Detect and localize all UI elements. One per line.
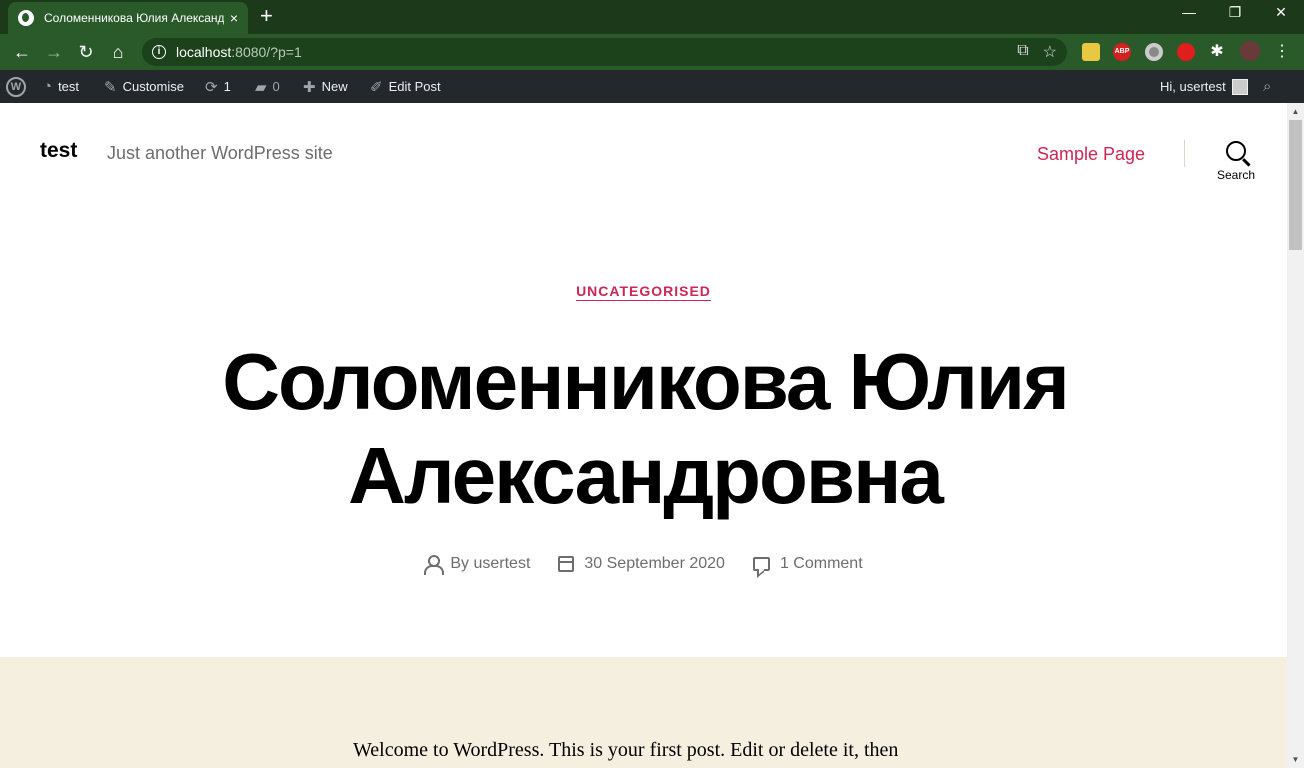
search-toggle-button[interactable]: Search [1210, 141, 1262, 182]
scroll-thumb[interactable] [1289, 120, 1302, 250]
post-title-line2: Александровна [348, 431, 944, 520]
post-date: 30 September 2020 [558, 555, 725, 573]
extension-paw-icon[interactable] [1082, 43, 1100, 61]
greeting-label: Hi, usertest [1160, 79, 1226, 94]
browser-tab[interactable]: Соломенникова Юлия Александровна – test … [8, 2, 248, 34]
search-label: Search [1216, 168, 1256, 182]
admin-site-name[interactable]: ◔ test [43, 70, 79, 103]
author-link[interactable]: By usertest [450, 555, 530, 573]
translate-icon[interactable]: ⧉ [1017, 42, 1028, 62]
extension-circle-icon[interactable] [1145, 43, 1163, 61]
user-avatar [1231, 78, 1248, 95]
minimize-button[interactable]: — [1166, 4, 1212, 20]
paintbrush-icon: ✎ [104, 78, 117, 96]
bookmark-star-icon[interactable]: ☆ [1043, 42, 1057, 62]
admin-customise[interactable]: ✎ Customise [104, 70, 184, 103]
site-title[interactable]: test [40, 139, 77, 163]
extensions-puzzle-icon[interactable]: ✱ [1206, 41, 1228, 63]
browser-toolbar: ← → ↻ ⌂ i localhost:8080/?p=1 ⧉ ☆ ABP ✱ … [0, 34, 1304, 70]
scroll-down-arrow-icon[interactable]: ▼ [1287, 751, 1304, 768]
adblock-icon[interactable]: ABP [1113, 43, 1131, 61]
post-content: Welcome to WordPress. This is your first… [0, 657, 1287, 768]
info-icon[interactable]: i [152, 45, 166, 59]
wordpress-logo-icon: W [6, 76, 26, 97]
post-category: UNCATEGORISED [0, 283, 1287, 301]
globe-icon [18, 10, 34, 26]
forward-arrow-icon[interactable]: → [43, 41, 65, 63]
post-meta: By usertest 30 September 2020 1 Comment [0, 555, 1287, 575]
wp-logo-menu[interactable]: W [6, 70, 26, 103]
person-icon [424, 555, 445, 575]
nav-sample-page[interactable]: Sample Page [1037, 144, 1145, 165]
admin-site-label: test [58, 79, 80, 94]
date-link[interactable]: 30 September 2020 [584, 555, 725, 573]
wp-admin-bar: W ◔ test ✎ Customise ⟳ 1 ▰ 0 ✚ New ✐ Edi… [0, 70, 1304, 103]
post-excerpt: Welcome to WordPress. This is your first… [353, 739, 899, 761]
tab-title: Соломенникова Юлия Александровна – test [44, 11, 224, 25]
url-text: localhost:8080/?p=1 [176, 44, 302, 60]
scroll-up-arrow-icon[interactable]: ▲ [1287, 103, 1304, 120]
updates-icon: ⟳ [205, 78, 218, 96]
profile-avatar[interactable] [1240, 41, 1260, 61]
comments-link[interactable]: 1 Comment [780, 555, 863, 573]
comment-bubble-icon: ▰ [255, 78, 267, 96]
calendar-icon [558, 556, 575, 572]
admin-comments[interactable]: ▰ 0 [255, 70, 280, 103]
admin-new[interactable]: ✚ New [303, 70, 348, 103]
admin-updates[interactable]: ⟳ 1 [205, 70, 231, 103]
search-icon: ⌕ [1263, 78, 1272, 95]
post-title: Соломенникова Юлия Александровна [140, 335, 1150, 523]
pencil-icon: ✐ [370, 78, 383, 96]
page-viewport: test Just another WordPress site Sample … [0, 103, 1287, 768]
new-label: New [321, 79, 348, 94]
post-comments: 1 Comment [752, 555, 863, 573]
post-author: By usertest [424, 555, 530, 575]
updates-count: 1 [223, 79, 231, 94]
comments-count: 0 [272, 79, 280, 94]
new-tab-button[interactable]: + [260, 5, 273, 27]
back-arrow-icon[interactable]: ← [11, 41, 33, 63]
tab-close-icon[interactable]: × [230, 10, 238, 26]
nav-divider [1184, 140, 1185, 167]
site-description: Just another WordPress site [107, 143, 333, 163]
customise-label: Customise [122, 79, 184, 94]
category-link[interactable]: UNCATEGORISED [576, 283, 711, 301]
close-window-button[interactable]: ✕ [1258, 4, 1304, 21]
dashboard-gauge-icon: ◔ [43, 78, 53, 95]
plus-icon: ✚ [303, 78, 316, 96]
admin-search[interactable]: ⌕ [1263, 70, 1271, 103]
home-icon[interactable]: ⌂ [107, 41, 129, 63]
page-scrollbar[interactable]: ▲ ▼ [1287, 103, 1304, 768]
comment-icon [752, 557, 770, 571]
browser-tab-bar: Соломенникова Юлия Александровна – test … [0, 0, 1304, 34]
address-bar[interactable]: i localhost:8080/?p=1 ⧉ ☆ [142, 38, 1067, 66]
post-title-line1: Соломенникова Юлия [222, 337, 1070, 426]
restore-button[interactable]: ❐ [1212, 4, 1258, 21]
admin-my-account[interactable]: Hi, usertest [1160, 70, 1248, 103]
browser-menu-icon[interactable]: ⋮ [1271, 41, 1293, 63]
search-icon [1226, 141, 1246, 161]
edit-post-label: Edit Post [388, 79, 441, 94]
reload-icon[interactable]: ↻ [75, 41, 97, 63]
extension-hand-icon[interactable] [1177, 43, 1195, 61]
admin-edit-post[interactable]: ✐ Edit Post [370, 70, 441, 103]
